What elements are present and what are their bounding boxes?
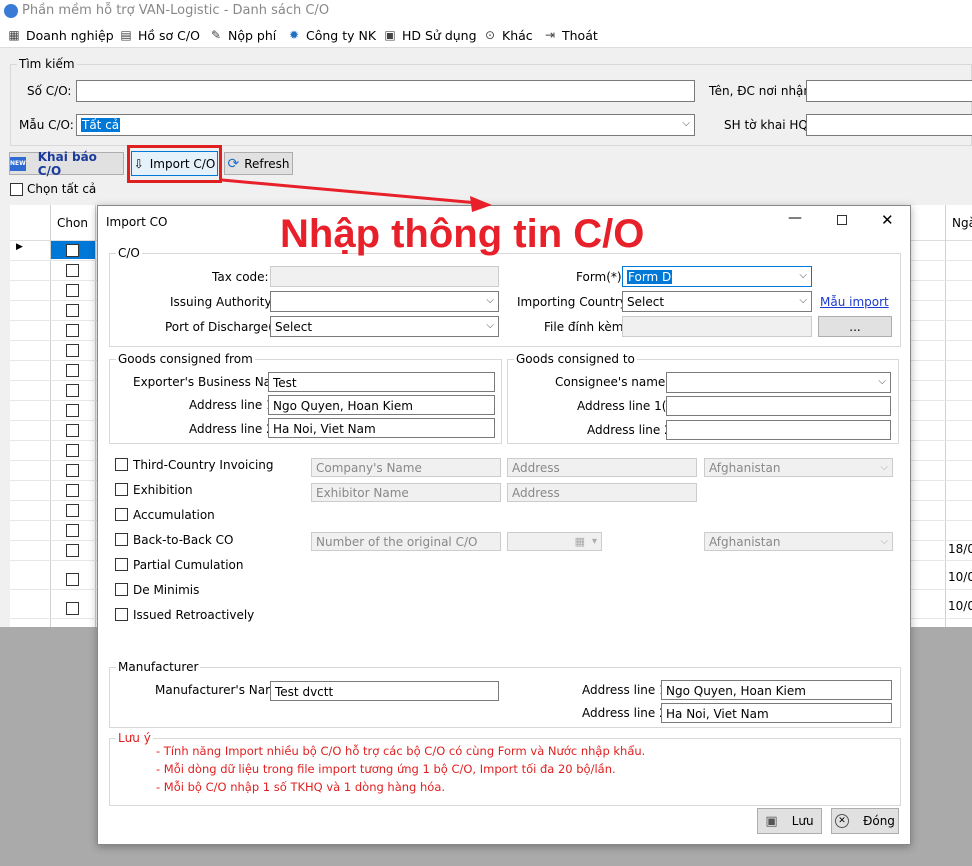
annotation-arrow bbox=[221, 178, 492, 212]
annotation-text: Nhập thông tin C/O bbox=[280, 212, 645, 256]
